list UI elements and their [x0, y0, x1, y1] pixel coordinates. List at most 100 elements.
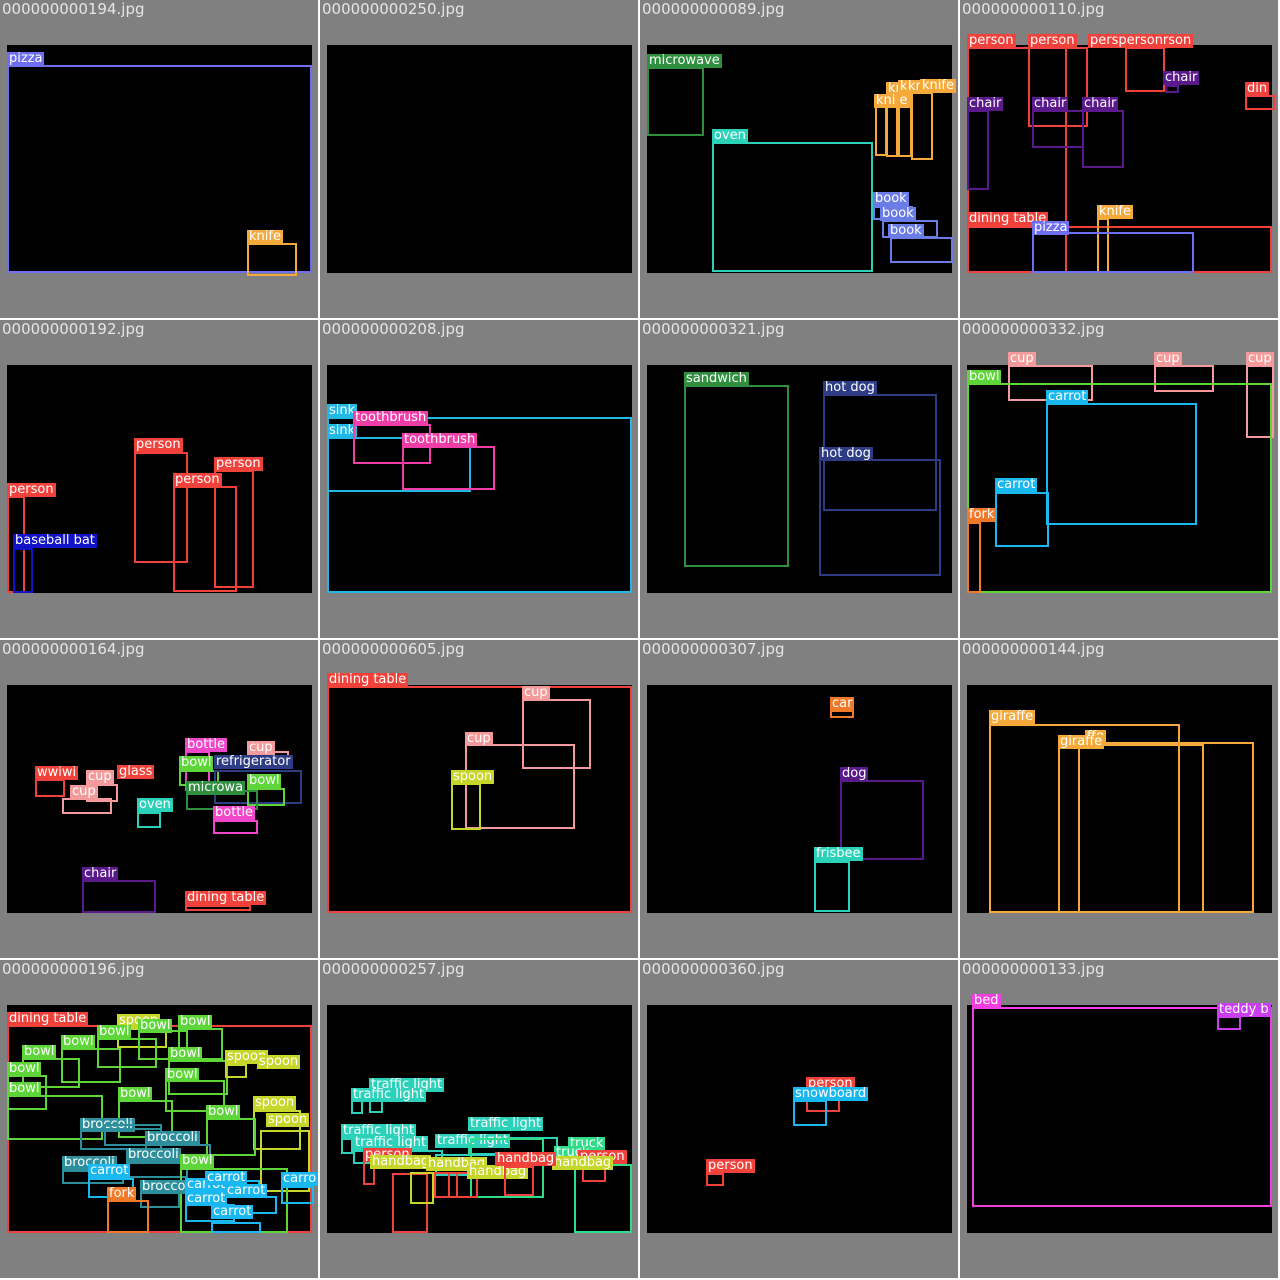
- box-label: car: [830, 696, 855, 711]
- box-label: frisbee: [814, 846, 863, 861]
- bounding-box: [173, 486, 237, 592]
- image-canvas: [327, 45, 632, 273]
- image-filename: 000000000192.jpg: [2, 320, 145, 338]
- box-label: bowl: [206, 1104, 241, 1119]
- box-label: chair: [1032, 96, 1069, 111]
- bounding-box: [213, 820, 258, 834]
- grid-tile[interactable]: 000000000164.jpg bottle cup bowl refrige…: [0, 640, 318, 958]
- bounding-box: [62, 798, 112, 814]
- grid-tile[interactable]: 000000000307.jpg car dog frisbee: [640, 640, 958, 958]
- image-filename: 000000000332.jpg: [962, 320, 1105, 338]
- grid-tile[interactable]: 000000000257.jpg traffic light traffic l…: [320, 960, 638, 1278]
- bounding-box: [1245, 95, 1275, 110]
- box-label: knife: [247, 229, 283, 244]
- grid-tile[interactable]: 000000000196.jpg dining table spoon bowl…: [0, 960, 318, 1278]
- grid-tile[interactable]: 000000000321.jpg sandwich hot dog hot do…: [640, 320, 958, 638]
- bounding-box: [126, 1162, 188, 1178]
- grid-tile[interactable]: 000000000360.jpg person snowboard person: [640, 960, 958, 1278]
- bounding-box: [1032, 232, 1194, 273]
- box-label: wwiwi: [35, 765, 79, 780]
- box-label: cup: [1154, 351, 1182, 366]
- box-label: refrigerator: [214, 754, 293, 769]
- bounding-box: [410, 1172, 434, 1204]
- bounding-box: [107, 1200, 149, 1233]
- image-filename: 000000000164.jpg: [2, 640, 145, 658]
- box-label: bowl: [118, 1086, 153, 1101]
- box-label: person: [134, 437, 183, 452]
- box-label: hot dog: [819, 446, 873, 461]
- box-label: book: [888, 223, 924, 238]
- grid-tile[interactable]: 000000000605.jpg dining table cup cup sp…: [320, 640, 638, 958]
- box-label: sandwich: [684, 371, 749, 386]
- bounding-box: [185, 905, 251, 911]
- image-filename: 000000000250.jpg: [322, 0, 465, 18]
- box-label: carrot: [225, 1183, 268, 1198]
- grid-tile[interactable]: 000000000192.jpg person person person pe…: [0, 320, 318, 638]
- box-label: carro: [281, 1171, 318, 1186]
- bounding-box: [911, 92, 933, 160]
- bounding-box: [830, 710, 854, 718]
- grid-tile[interactable]: 000000000110.jpg person person persperso…: [960, 0, 1278, 318]
- box-label: person: [967, 33, 1016, 48]
- grid-tile[interactable]: 000000000144.jpg giraffe ffe giraffe: [960, 640, 1278, 958]
- box-label: spoon: [451, 769, 495, 784]
- grid-tile[interactable]: 000000000089.jpg microwave oven kni k kr…: [640, 0, 958, 318]
- bounding-box: [206, 1118, 256, 1156]
- box-label: microwa: [186, 780, 246, 795]
- grid-tile[interactable]: 000000000133.jpg bed teddy b: [960, 960, 1278, 1278]
- grid-tile[interactable]: 000000000250.jpg: [320, 0, 638, 318]
- box-label: toothbrush: [402, 432, 478, 447]
- box-label: kni e: [874, 93, 910, 108]
- bounding-box: [1046, 403, 1197, 525]
- grid-tile[interactable]: 000000000332.jpg cup cup cup bowl carrot…: [960, 320, 1278, 638]
- bounding-box: [1217, 1016, 1241, 1030]
- box-label: cup: [86, 769, 114, 784]
- bounding-box: [225, 1064, 247, 1078]
- box-label: din: [1245, 81, 1270, 96]
- box-label: book: [880, 206, 916, 221]
- box-label: cup: [522, 685, 550, 700]
- bounding-box: [137, 812, 161, 828]
- bounding-box: [281, 1186, 314, 1204]
- box-label: cup: [465, 731, 493, 746]
- box-label: dining table: [327, 672, 409, 687]
- box-label: bowl: [165, 1067, 200, 1082]
- box-label: glass: [117, 764, 155, 779]
- box-label: toothbrush: [353, 410, 429, 425]
- box-label: person: [706, 1158, 755, 1173]
- bounding-box: [465, 744, 575, 829]
- box-label: bowl: [7, 1061, 42, 1076]
- bounding-box: [814, 861, 850, 912]
- bounding-box: [972, 1007, 1272, 1207]
- box-label: handbag: [495, 1151, 557, 1166]
- box-label: person: [7, 482, 56, 497]
- image-filename: 000000000257.jpg: [322, 960, 465, 978]
- box-label: pizza: [1032, 220, 1070, 235]
- box-label: book: [873, 191, 909, 206]
- bounding-box: [1032, 110, 1084, 148]
- box-label: carrot: [211, 1204, 254, 1219]
- box-label: microwave: [647, 53, 722, 68]
- box-label: carrot: [88, 1163, 131, 1178]
- box-label: traffic light: [351, 1087, 427, 1102]
- image-filename: 000000000360.jpg: [642, 960, 785, 978]
- box-label: bowl: [179, 755, 214, 770]
- box-label: bowl: [247, 773, 282, 788]
- bounding-box: [211, 1222, 261, 1233]
- bounding-box: [967, 110, 989, 190]
- bounding-box: [793, 1100, 827, 1126]
- bounding-box: [1125, 47, 1165, 92]
- image-filename: 000000000194.jpg: [2, 0, 145, 18]
- box-label: carrot: [1046, 389, 1089, 404]
- bounding-box: [13, 548, 33, 593]
- grid-tile[interactable]: 000000000208.jpg sink sink toothbrush to…: [320, 320, 638, 638]
- box-label: dining table: [7, 1011, 89, 1026]
- image-filename: 000000000196.jpg: [2, 960, 145, 978]
- box-label: handbag: [370, 1154, 432, 1169]
- box-label: hot dog: [823, 380, 877, 395]
- box-label: teddy b: [1217, 1002, 1271, 1017]
- box-label: person: [1028, 33, 1077, 48]
- grid-tile[interactable]: 000000000194.jpg pizza knife: [0, 0, 318, 318]
- box-label: bowl: [178, 1014, 213, 1029]
- bounding-box: [995, 492, 1049, 547]
